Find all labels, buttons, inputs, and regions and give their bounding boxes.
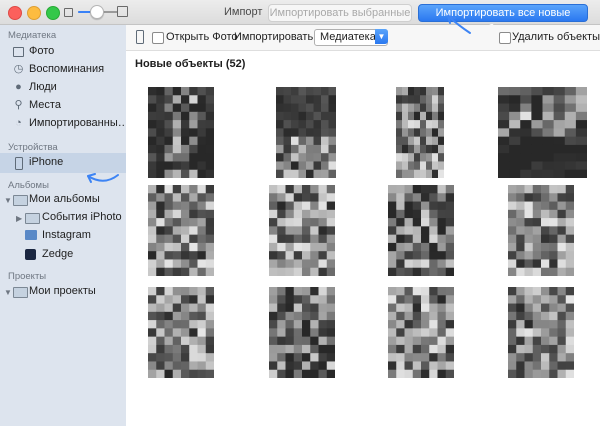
sidebar-item-label: Люди [29, 81, 57, 93]
import-content: Открыть Фото Импортировать в: Медиатека … [126, 25, 600, 426]
photo-thumbnail[interactable] [388, 185, 454, 276]
import-options-bar: Открыть Фото Импортировать в: Медиатека … [126, 25, 600, 51]
photo-thumbnail[interactable] [276, 87, 336, 178]
import-to-label: Импортировать в: [234, 31, 326, 43]
chevron-down-icon: ▼ [375, 29, 388, 44]
disclosure-triangle-icon[interactable]: ▼ [4, 196, 12, 205]
toolbar: Импорт Импортировать выбранные Импортиро… [0, 0, 600, 35]
sidebar-item-places[interactable]: ⚲ Места [0, 97, 126, 115]
places-icon: ⚲ [14, 99, 23, 111]
imports-icon: ◔ [15, 117, 22, 129]
sidebar-item-my-albums[interactable]: ▼ Мои альбомы [0, 191, 126, 209]
photo-thumbnail[interactable] [508, 185, 574, 276]
sidebar-item-label: Импортированны… [29, 117, 129, 129]
folder-icon [25, 213, 40, 224]
import-all-new-button[interactable]: Импортировать все новые объекты [418, 4, 588, 35]
disclosure-triangle-icon[interactable]: ▶ [16, 214, 22, 223]
minimize-button[interactable] [27, 6, 41, 20]
sidebar-item-iphoto-events[interactable]: ▶ События iPhoto [0, 209, 126, 227]
import-destination-value: Медиатека [320, 31, 376, 43]
large-thumbnail-icon [117, 6, 128, 17]
sidebar-item-label: События iPhoto [42, 211, 122, 223]
sidebar-section-projects: Проекты [8, 271, 47, 282]
sidebar-item-label: Instagram [42, 229, 91, 241]
sidebar-item-label: Места [29, 99, 61, 111]
photo-thumbnail[interactable] [269, 185, 335, 276]
window-title: Импорт [224, 6, 263, 18]
sidebar-section-library: Медиатека [8, 30, 57, 41]
photo-thumbnail[interactable] [498, 87, 587, 178]
sidebar-item-people[interactable]: ● Люди [0, 79, 126, 97]
folder-icon [13, 195, 28, 206]
sidebar-item-iphone[interactable]: iPhone [0, 153, 126, 173]
delete-items-label: Удалить объекты [512, 31, 600, 43]
memories-icon: ◷ [13, 63, 24, 75]
iphone-icon [15, 157, 23, 170]
import-window: Импорт Импортировать выбранные Импортиро… [0, 0, 600, 426]
open-photos-checkbox[interactable] [152, 32, 164, 44]
sidebar-item-instagram[interactable]: Instagram [0, 227, 126, 245]
sidebar-item-label: Фото [29, 45, 55, 57]
instagram-icon [25, 230, 37, 240]
folder-icon [13, 287, 28, 298]
import-selected-button[interactable]: Импортировать выбранные [268, 4, 412, 22]
close-button[interactable] [8, 6, 22, 20]
open-photos-label: Открыть Фото [166, 31, 238, 43]
sidebar-item-imports[interactable]: ◔ Импортированны… [0, 115, 129, 133]
sidebar: Медиатека Фото ◷ Воспоминания ● Люди ⚲ М… [0, 25, 129, 426]
photo-thumbnail[interactable] [388, 287, 454, 378]
zedge-icon [25, 249, 36, 260]
sidebar-item-label: Воспоминания [29, 63, 105, 75]
sidebar-item-label: iPhone [29, 156, 64, 168]
zoom-slider-knob[interactable] [90, 5, 104, 19]
photo-thumbnail[interactable] [269, 287, 335, 378]
sidebar-section-devices: Устройства [8, 142, 58, 153]
sidebar-item-my-projects[interactable]: ▼ Мои проекты [0, 283, 126, 301]
new-items-heading: Новые объекты (52) [135, 58, 246, 70]
disclosure-triangle-icon[interactable]: ▼ [4, 288, 12, 297]
sidebar-item-memories[interactable]: ◷ Воспоминания [0, 61, 126, 79]
zoom-button[interactable] [46, 6, 60, 20]
photo-thumbnail[interactable] [396, 87, 444, 178]
iphone-icon [136, 30, 144, 44]
people-icon: ● [15, 81, 22, 93]
sidebar-item-label: Zedge [42, 248, 74, 260]
sidebar-item-label: Мои альбомы [29, 193, 100, 205]
import-destination-select[interactable]: Медиатека ▼ [314, 29, 388, 46]
small-thumbnail-icon [64, 8, 73, 17]
photos-icon [13, 47, 24, 57]
delete-items-checkbox[interactable] [499, 32, 511, 44]
sidebar-item-zedge[interactable]: Zedge [0, 246, 126, 264]
photo-thumbnail[interactable] [148, 87, 214, 178]
photo-thumbnail[interactable] [508, 287, 574, 378]
sidebar-item-photos[interactable]: Фото [0, 43, 126, 61]
photo-thumbnail[interactable] [148, 287, 214, 378]
sidebar-section-albums: Альбомы [8, 180, 49, 191]
photo-thumbnail[interactable] [148, 185, 214, 276]
sidebar-item-label: Мои проекты [29, 285, 96, 297]
